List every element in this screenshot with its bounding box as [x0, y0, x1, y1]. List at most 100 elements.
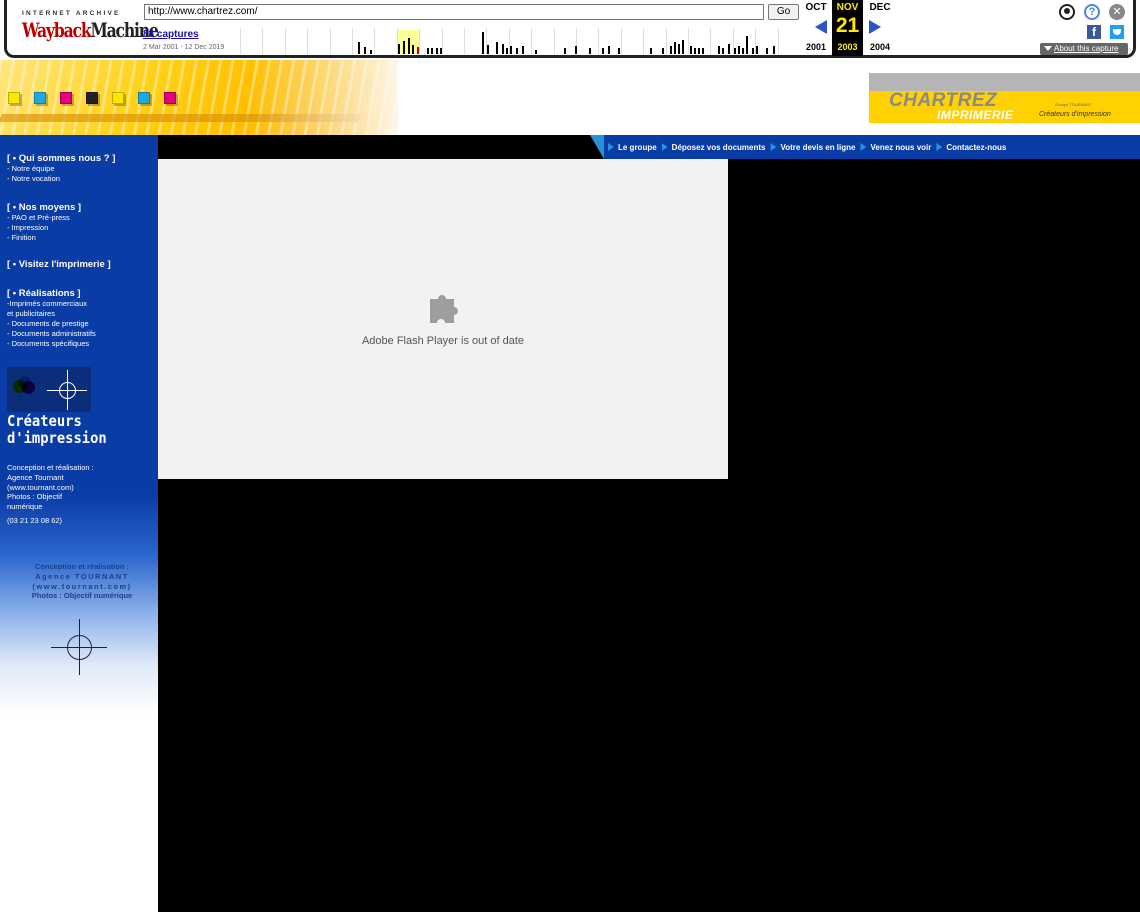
topnav-item[interactable]: Contactez-nous: [936, 143, 1006, 152]
topnav-item[interactable]: Venez nous voir: [860, 143, 931, 152]
topnav-item-label: Venez nous voir: [870, 142, 932, 152]
sparkline-month-column: [620, 28, 643, 54]
prev-capture-arrow-icon[interactable]: [815, 20, 827, 34]
sidebar-section-about: [ • Qui sommes nous ? ] - Notre équipe -…: [7, 153, 115, 184]
prev-year-label[interactable]: 2001: [800, 42, 832, 52]
topnav-item[interactable]: Votre devis en ligne: [770, 143, 855, 152]
next-capture-arrow-icon[interactable]: [869, 20, 881, 34]
sidebar-link[interactable]: - Notre équipe: [7, 164, 115, 174]
sparkline-month-column: [777, 28, 800, 54]
color-swatch: [8, 92, 20, 104]
wayback-logo[interactable]: INTERNET ARCHIVE WaybackMachine: [22, 10, 159, 44]
sparkline-bar: [698, 48, 700, 54]
sidebar-heading[interactable]: [ • Visitez l'imprimerie ]: [7, 259, 111, 270]
chartrez-logo[interactable]: CHARTREZ IMPRIMERIE Groupe TOURNANT Créa…: [869, 73, 1140, 123]
next-year-label[interactable]: 2004: [864, 42, 896, 52]
createurs-title: Créateurs d'impression: [7, 412, 107, 447]
capture-date-range: 2 Mar 2001 - 12 Dec 2019: [143, 44, 225, 51]
sparkline-bar: [403, 41, 405, 54]
sparkline-bar: [602, 48, 604, 54]
sparkline-bar: [487, 45, 489, 54]
header-banner: [0, 60, 398, 135]
sidebar-link[interactable]: - Impression: [7, 223, 81, 233]
sparkline-bar: [674, 42, 676, 54]
sparkline-bar: [678, 44, 680, 54]
sparkline-bar: [516, 48, 518, 54]
captures-link[interactable]: 88 captures: [143, 29, 199, 40]
sparkline-month-column: [240, 28, 262, 54]
sidebar-link[interactable]: - Notre vocation: [7, 174, 115, 184]
sparkline-bar: [427, 48, 429, 54]
next-month-label[interactable]: DEC: [864, 2, 896, 13]
sparkline-bar: [502, 44, 504, 54]
nav-arrow-icon: [860, 143, 867, 151]
sparkline-bar: [370, 50, 372, 54]
sidebar: [ • Qui sommes nous ? ] - Notre équipe -…: [0, 135, 158, 912]
sidebar-link[interactable]: - Documents administratifs: [7, 329, 96, 339]
sidebar-link[interactable]: - Documents de prestige: [7, 319, 96, 329]
credits-text: Conception et réalisation : Agence Tourn…: [7, 463, 94, 512]
topnav-item[interactable]: Le groupe: [608, 143, 657, 152]
nav-arrow-icon: [661, 143, 668, 151]
topnav-item-label: Votre devis en ligne: [780, 142, 856, 152]
sparkline-bar: [756, 46, 758, 54]
sparkline-bar: [742, 48, 744, 54]
flash-plugin-placeholder[interactable]: Adobe Flash Player is out of date: [158, 159, 728, 479]
sparkline-bar: [575, 46, 577, 54]
sparkline-bar: [398, 44, 400, 54]
current-month-label: NOV: [836, 2, 859, 13]
color-swatch: [164, 92, 176, 104]
sidebar-link[interactable]: - Finition: [7, 233, 81, 243]
sidebar-heading[interactable]: [ • Nos moyens ]: [7, 202, 81, 213]
sidebar-link[interactable]: - Documents spécifiques: [7, 339, 96, 349]
sidebar-link[interactable]: et publicitaires: [7, 309, 96, 319]
sparkline-bar: [510, 46, 512, 54]
sparkline-bar: [682, 40, 684, 54]
cmyk-logo: [7, 367, 91, 412]
user-icon[interactable]: [1059, 4, 1075, 20]
capture-sparkline[interactable]: [240, 28, 800, 54]
sparkline-bar: [738, 46, 740, 54]
sparkline-bar: [746, 36, 748, 54]
sparkline-bar: [564, 48, 566, 54]
sparkline-bar: [766, 48, 768, 54]
sparkline-bar: [718, 46, 720, 54]
sparkline-bar: [364, 47, 366, 54]
facebook-icon[interactable]: f: [1087, 25, 1101, 39]
sparkline-bar: [358, 42, 360, 54]
sidebar-link[interactable]: - PAO et Pré-press: [7, 213, 81, 223]
sidebar-link[interactable]: -Imprimés commerciaux: [7, 299, 96, 309]
color-swatch: [86, 92, 98, 104]
sidebar-heading[interactable]: [ • Réalisations ]: [7, 288, 96, 299]
twitter-icon[interactable]: [1110, 25, 1124, 39]
sidebar-heading[interactable]: [ • Qui sommes nous ? ]: [7, 153, 115, 164]
close-icon[interactable]: ✕: [1109, 4, 1125, 20]
sparkline-bar: [431, 48, 433, 54]
nav-arrow-icon: [608, 143, 614, 151]
prev-month-label[interactable]: OCT: [800, 2, 832, 13]
topnav-item[interactable]: Déposez vos documents: [661, 142, 766, 152]
sparkline-bar: [650, 48, 652, 54]
sparkline-bar: [440, 48, 442, 54]
sparkline-bar: [662, 48, 664, 54]
sparkline-bar: [408, 38, 410, 54]
sidebar-section-means: [ • Nos moyens ] - PAO et Pré-press - Im…: [7, 202, 81, 243]
sparkline-bar: [412, 45, 414, 54]
sparkline-bar: [728, 44, 730, 54]
about-capture-button[interactable]: About this capture: [1040, 43, 1128, 55]
url-input[interactable]: http://www.chartrez.com/: [144, 4, 764, 20]
sparkline-month-column: [576, 28, 598, 54]
help-icon[interactable]: ?: [1084, 4, 1100, 20]
site-header: CHARTREZ IMPRIMERIE Groupe TOURNANT Créa…: [0, 60, 1140, 135]
go-button[interactable]: Go: [768, 4, 799, 20]
sparkline-bar: [690, 46, 692, 54]
crosshair-icon: [51, 619, 107, 675]
sparkline-bar: [496, 42, 498, 54]
sparkline-bar: [482, 32, 484, 54]
topnav-item-label: Déposez vos documents: [671, 142, 766, 152]
sparkline-month-column: [262, 28, 284, 54]
topnav-item-label: Le groupe: [618, 142, 657, 152]
logo-wayback-text: WaybackMachine: [22, 18, 159, 42]
sparkline-bar: [589, 48, 591, 54]
sparkline-month-column: [374, 28, 396, 54]
